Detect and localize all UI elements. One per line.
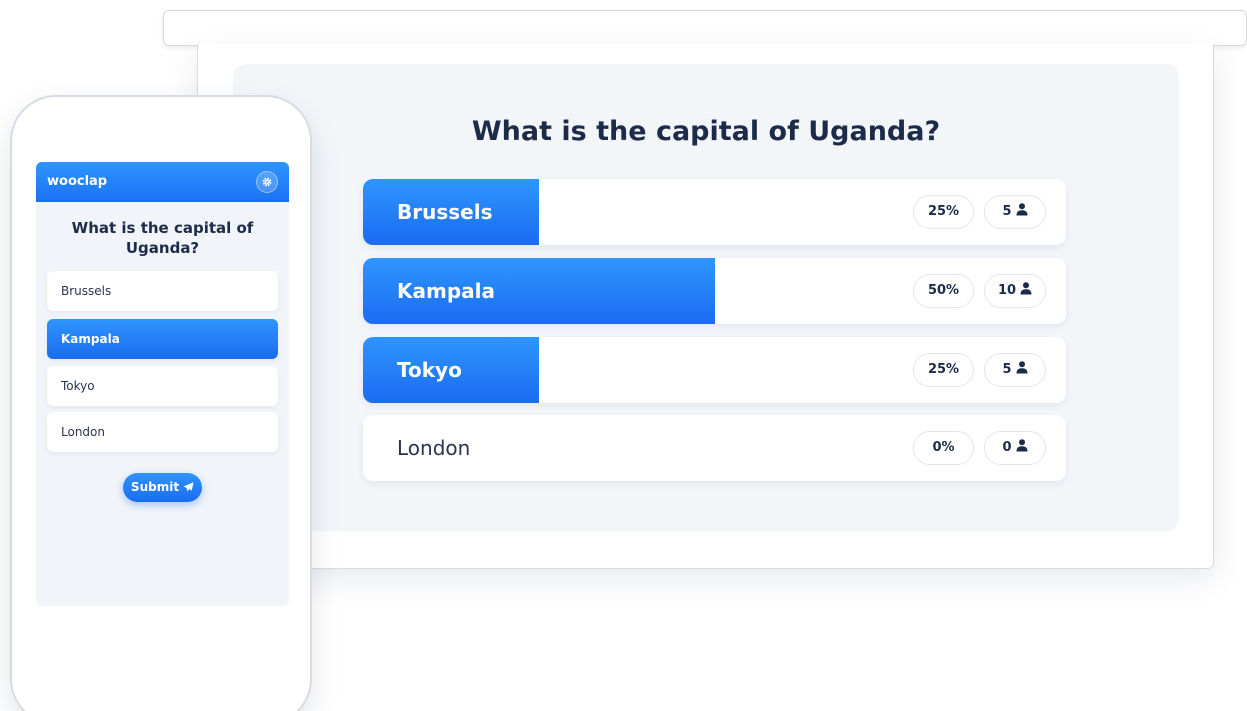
answer-row-kampala: Kampala 50% 10: [363, 258, 1066, 324]
submit-button[interactable]: Submit: [123, 473, 202, 502]
answer-count: 5: [1002, 362, 1012, 377]
user-icon: [1020, 282, 1032, 295]
answer-percent: 50%: [913, 274, 974, 308]
brand-logo: wooclap: [47, 174, 108, 189]
option-kampala[interactable]: Kampala: [47, 319, 278, 359]
answer-label: Brussels: [397, 200, 493, 224]
answer-row-tokyo: Tokyo 25% 5: [363, 337, 1066, 403]
phone-header: wooclap: [36, 162, 289, 202]
answer-count: 0: [1002, 440, 1012, 455]
answer-row-brussels: Brussels 25% 5: [363, 179, 1066, 245]
answer-percent: 25%: [913, 353, 974, 387]
phone-question: What is the capital of Uganda?: [71, 219, 254, 257]
answer-row-london: London 0% 0: [363, 415, 1066, 481]
user-icon: [1016, 203, 1028, 216]
answer-percent: 25%: [913, 195, 974, 229]
answer-label: Tokyo: [397, 358, 462, 382]
submit-label: Submit: [130, 480, 180, 494]
user-icon: [1016, 439, 1028, 452]
answer-label: Kampala: [397, 279, 495, 303]
phone-screen: wooclap What is the capital of Uganda? B…: [36, 162, 289, 606]
user-icon: [1016, 361, 1028, 374]
answer-percent: 0%: [913, 431, 974, 465]
screen-top-bar: [163, 10, 1247, 46]
answer-count-badge: 5: [984, 353, 1046, 387]
answer-count: 10: [997, 283, 1017, 298]
option-london[interactable]: London: [47, 412, 278, 452]
answer-count: 5: [1002, 204, 1012, 219]
paper-plane-icon: [183, 482, 194, 492]
gear-icon: [262, 177, 272, 187]
answer-label: London: [397, 436, 471, 460]
presentation-question: What is the capital of Uganda?: [471, 116, 941, 147]
answer-count-badge: 10: [984, 274, 1046, 308]
option-brussels[interactable]: Brussels: [47, 271, 278, 311]
option-tokyo[interactable]: Tokyo: [47, 366, 278, 406]
answer-count-badge: 0: [984, 431, 1046, 465]
answer-count-badge: 5: [984, 195, 1046, 229]
settings-button[interactable]: [256, 171, 278, 193]
